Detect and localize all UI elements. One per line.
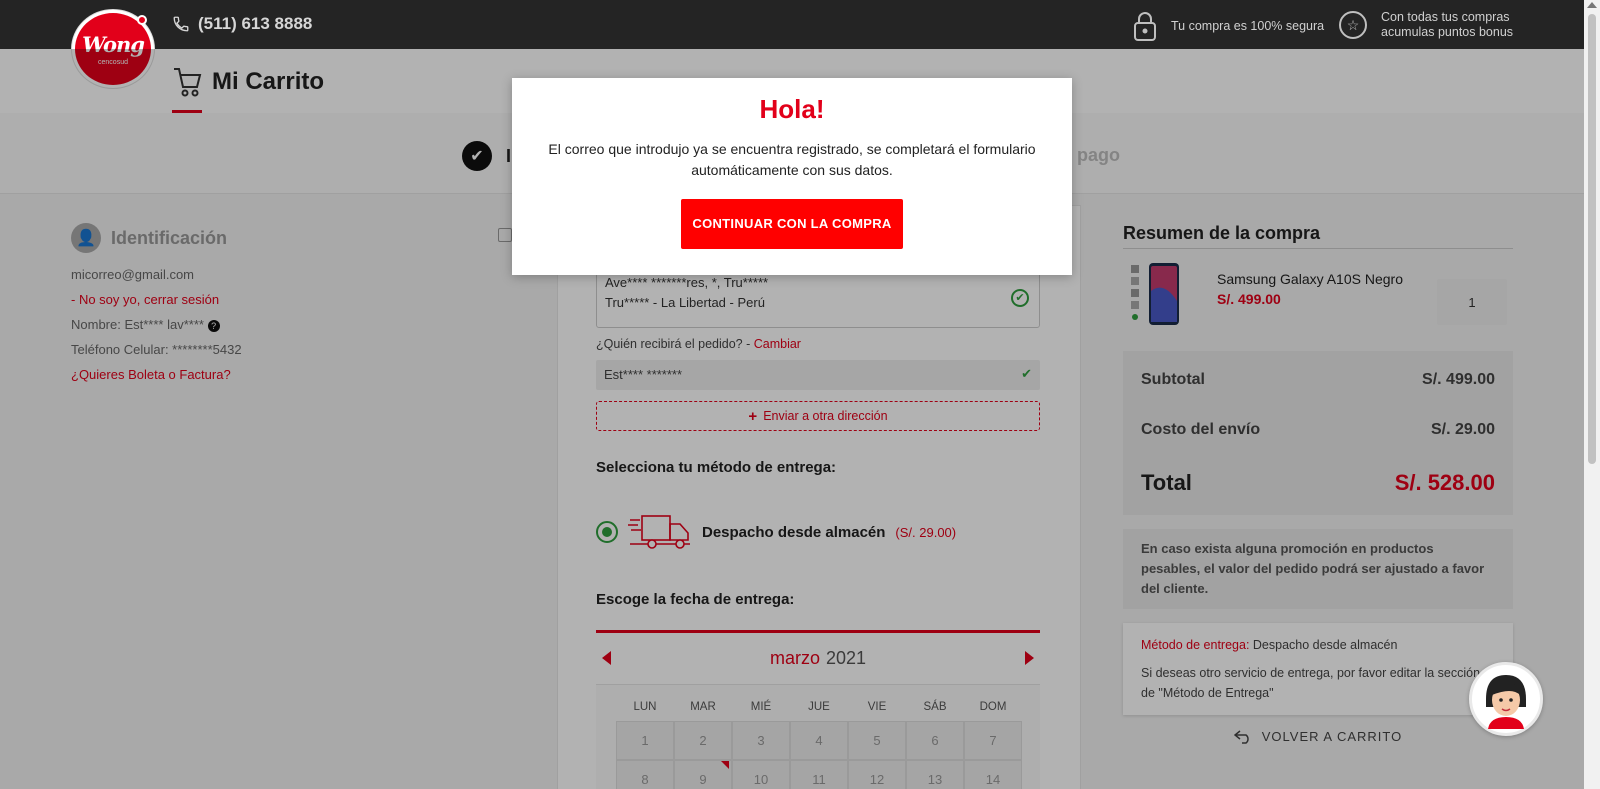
page-scrollbar[interactable] bbox=[1584, 0, 1600, 789]
continue-purchase-button[interactable]: CONTINUAR CON LA COMPRA bbox=[681, 199, 903, 249]
star-icon: ☆ bbox=[1339, 11, 1367, 39]
phone-icon bbox=[173, 16, 189, 32]
chat-assistant-avatar[interactable] bbox=[1469, 662, 1543, 736]
secure-text: Tu compra es 100% segura bbox=[1171, 19, 1325, 33]
scroll-thumb[interactable] bbox=[1588, 14, 1596, 464]
logo-dot bbox=[137, 15, 147, 25]
scroll-up-arrow-icon[interactable] bbox=[1587, 2, 1597, 8]
phone-contact[interactable]: (511) 613 8888 bbox=[172, 14, 312, 34]
secure-purchase: Tu compra es 100% segura bbox=[1133, 10, 1324, 42]
lock-icon bbox=[1134, 12, 1156, 41]
points-line-1: Con todas tus compras bbox=[1381, 10, 1510, 24]
modal-message: El correo que introdujo ya se encuentra … bbox=[548, 141, 1036, 178]
registered-email-modal: Hola! El correo que introdujo ya se encu… bbox=[512, 78, 1072, 275]
top-bar: (511) 613 8888 Tu compra es 100% segura … bbox=[0, 0, 1600, 49]
assistant-face-icon bbox=[1486, 675, 1526, 729]
points-line-2: acumulas puntos bonus bbox=[1381, 25, 1514, 39]
bonus-points: ☆ Con todas tus compras acumulas puntos … bbox=[1339, 10, 1513, 40]
phone-number: (511) 613 8888 bbox=[198, 14, 313, 33]
modal-title: Hola! bbox=[759, 94, 825, 124]
